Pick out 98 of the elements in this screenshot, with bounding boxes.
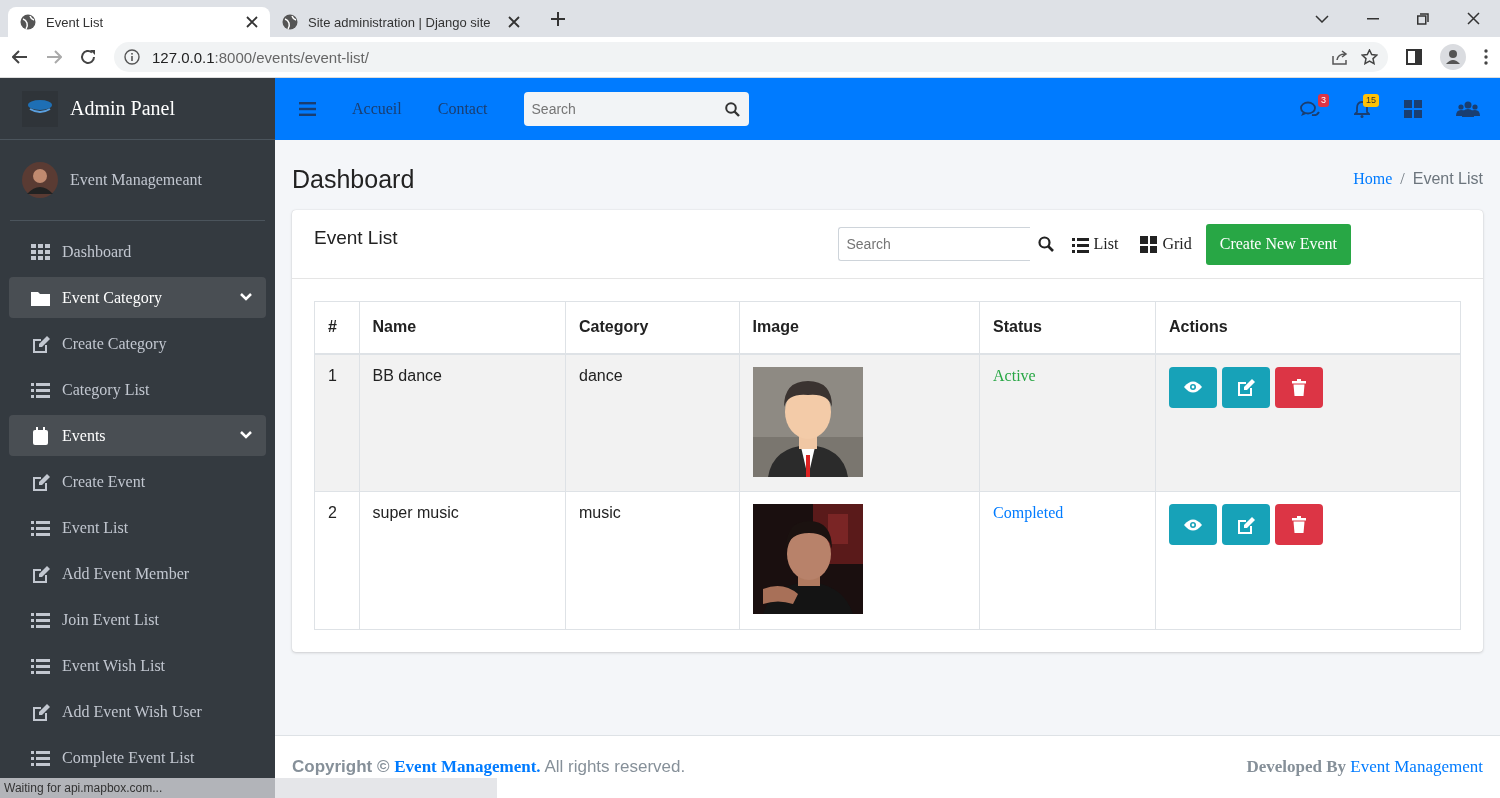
globe-icon [282,14,298,30]
column-header: Name [359,301,566,354]
sidebar-item[interactable]: Event Category [9,277,266,318]
sidebar-item[interactable]: Create Category [9,323,266,364]
chevron-down-icon[interactable] [1315,14,1329,23]
logo-icon [22,90,58,127]
edit-icon [31,564,50,583]
delete-button[interactable] [1275,366,1323,408]
edit-icon [1236,378,1256,396]
breadcrumb-current: Event List [1412,170,1483,188]
eye-icon [1183,518,1203,531]
close-icon[interactable] [1467,12,1480,25]
grid-icon [1140,235,1158,253]
list-icon [31,610,50,629]
delete-button[interactable] [1275,504,1323,545]
card-title: Event List [314,227,399,249]
table-cell: dance [565,353,740,492]
globe-icon [20,14,36,30]
user-name[interactable]: Event Managemeant [70,171,202,189]
brand-name[interactable]: Admin Panel [70,97,175,120]
info-icon [124,49,140,65]
search-field[interactable]: Search [523,92,749,126]
grid-icon [31,242,50,261]
sidebar-item[interactable]: Join Event List [9,599,266,640]
trash-icon [1292,516,1306,533]
breadcrumb-link[interactable]: Home [1353,170,1393,188]
eye-icon [1183,381,1203,393]
column-header: Image [739,301,980,354]
close-icon[interactable] [508,16,520,28]
close-icon[interactable] [246,16,258,28]
column-header: # [314,301,360,354]
browser-tab[interactable]: Site administration | Django site [270,7,532,37]
side-panel-icon[interactable] [1406,49,1422,65]
edit-button[interactable] [1222,366,1270,408]
users-icon[interactable] [1456,101,1480,117]
list-icon [31,380,50,399]
view-button[interactable]: List [1067,231,1123,257]
column-header: Category [565,301,740,354]
calendar-icon [31,426,50,445]
footer-link[interactable]: Event Management. [394,757,541,776]
restore-icon[interactable] [1417,12,1429,25]
browser-tab[interactable]: Event List [8,7,270,37]
plus-icon[interactable] [550,11,566,27]
sidebar-item[interactable]: Create Event [9,461,266,502]
column-header: Actions [1155,301,1461,354]
share-icon[interactable] [1331,49,1349,65]
sidebar-item[interactable]: Complete Event List [9,737,266,778]
trash-icon [1292,378,1306,396]
count-badge: 15 [1363,93,1379,107]
column-header: Status [979,301,1156,354]
sidebar-item[interactable]: Add Event Wish User [9,691,266,732]
sidebar-item[interactable]: Events [9,415,266,456]
url-text: 127.0.0.1:8000/events/event-list/ [152,48,369,66]
minimize-icon[interactable] [1367,17,1379,20]
list-icon [31,748,50,767]
search-icon[interactable] [1037,236,1054,252]
address-bar[interactable]: 127.0.0.1:8000/events/event-list/ [114,42,1388,72]
table-cell: super music [359,491,566,630]
edit-icon [31,472,50,491]
sidebar-item[interactable]: Add Event Member [9,553,266,594]
profile-icon[interactable] [1440,44,1466,70]
browser-status-text: Waiting for api.mapbox.com... [0,778,497,798]
list-icon [31,518,50,537]
footer-link[interactable]: Event Management [1350,757,1483,776]
breadcrumb-separator: / [1400,170,1405,188]
more-icon[interactable] [1484,49,1488,65]
search-field[interactable]: Search [837,227,1030,261]
search-icon[interactable] [724,102,740,117]
star-icon[interactable] [1361,49,1378,65]
table-cell: BB dance [359,353,566,492]
sidebar-item[interactable]: Dashboard [9,231,266,272]
copyright-text: Copyright © Event Management. All rights reserved. [292,757,686,777]
developer-credit: Developed By Event Management [1246,757,1483,777]
edit-icon [31,702,50,721]
table-cell: music [565,491,740,630]
status-text: Active [993,366,1036,384]
menu-icon[interactable] [299,102,316,116]
sidebar-item[interactable]: Event List [9,507,266,548]
avatar-icon [22,162,58,198]
sidebar-item[interactable]: Category List [9,369,266,410]
sidebar-item[interactable]: Event Wish List [9,645,266,686]
back-arrow-icon[interactable] [12,50,28,64]
chat-icon[interactable] [1300,100,1320,118]
view-button[interactable]: Grid [1136,231,1196,257]
table-cell: 1 [314,353,360,492]
view-button[interactable] [1169,504,1217,545]
reload-icon[interactable] [80,49,96,65]
edit-icon [31,334,50,353]
edit-icon [1236,515,1256,534]
list-icon [1071,235,1089,253]
status-text: Completed [993,504,1064,521]
edit-button[interactable] [1222,504,1270,545]
table-cell: 2 [314,491,360,630]
view-button[interactable] [1169,366,1217,408]
list-icon [31,656,50,675]
page-title: Dashboard [292,164,415,194]
count-badge: 3 [1318,93,1329,107]
apps-icon[interactable] [1404,100,1422,118]
